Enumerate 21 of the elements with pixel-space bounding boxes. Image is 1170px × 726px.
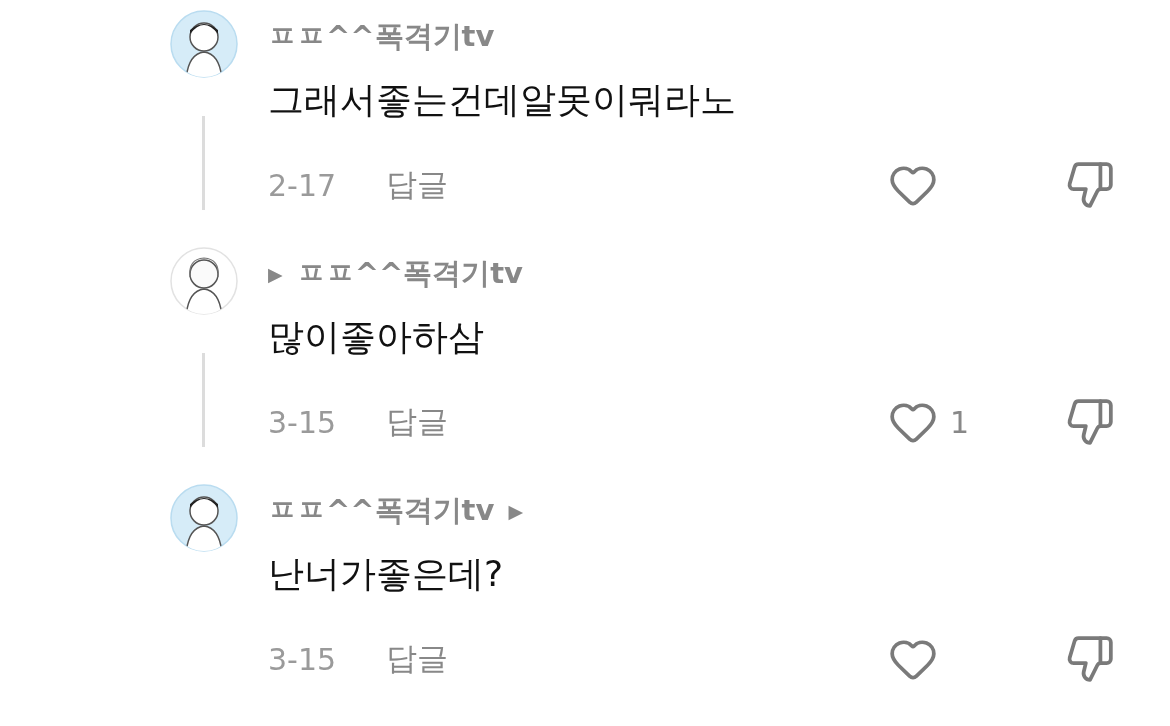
reply-button[interactable]: 답글 [386,164,448,206]
username[interactable]: ㅍㅍ^^폭격기tv [268,17,495,57]
reply-arrow: ▶ [508,500,523,522]
reply-button[interactable]: 답글 [386,638,448,680]
username[interactable]: ㅍㅍ^^폭격기tv [268,491,495,531]
avatar[interactable] [170,247,238,315]
thumbs-down-icon[interactable] [1065,160,1115,210]
reply-button[interactable]: 답글 [386,401,448,443]
like-count: 1 [950,404,970,440]
comment-text: 많이좋아하삼 [268,315,485,359]
reply-arrow: ▶ [268,263,283,285]
thumbs-down-icon[interactable] [1065,634,1115,684]
comment-text: 그래서좋는건데알못이뭐라노 [268,78,737,122]
thumbs-down-icon[interactable] [1065,397,1115,447]
comment-date: 3-15 [268,641,338,677]
comment-text: 난너가좋은데? [268,552,505,596]
avatar[interactable] [170,10,238,78]
username[interactable]: ㅍㅍ^^폭격기tv [296,254,523,294]
avatar[interactable] [170,484,238,552]
comment-date: 3-15 [268,404,338,440]
comment-date: 2-17 [268,167,338,203]
